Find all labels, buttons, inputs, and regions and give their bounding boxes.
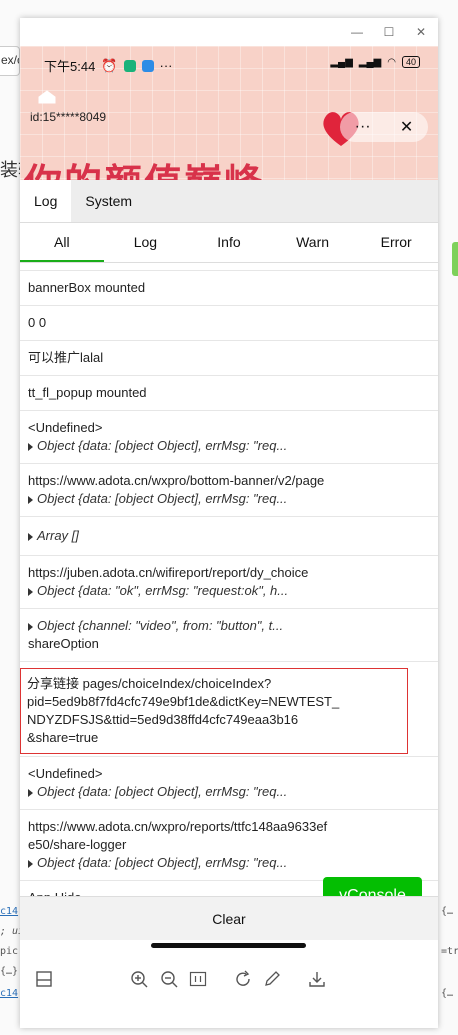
log-text: pid=5ed9b8f7fd4cfc749e9bf1de&dictKey=NEW… bbox=[27, 694, 340, 709]
tab-log[interactable]: Log bbox=[20, 180, 72, 222]
rotate-icon[interactable] bbox=[234, 970, 252, 988]
log-entry: 0 0 bbox=[20, 306, 438, 341]
filter-all[interactable]: All bbox=[20, 223, 104, 262]
log-text: 分享链接 pages/choiceIndex/choiceIndex? bbox=[27, 676, 272, 691]
background-code-line: c14 bbox=[0, 988, 19, 999]
app-message-icon bbox=[141, 59, 154, 72]
expand-triangle-icon[interactable] bbox=[28, 859, 33, 868]
log-text: https://juben.adota.cn/wifireport/report… bbox=[28, 565, 309, 580]
download-icon[interactable] bbox=[308, 970, 326, 988]
log-text: https://www.adota.cn/wxpro/reports/ttfc1… bbox=[28, 819, 328, 834]
expand-triangle-icon[interactable] bbox=[28, 587, 33, 596]
log-entry: Array [] bbox=[20, 517, 438, 556]
close-mini-program-button[interactable]: ✕ bbox=[400, 117, 413, 137]
log-text: 可以推广lalal bbox=[28, 350, 104, 365]
log-text: shareOption bbox=[28, 636, 99, 651]
log-text: https://www.adota.cn/wxpro/bottom-banner… bbox=[28, 473, 325, 488]
app-shield-icon bbox=[123, 59, 136, 72]
log-entry: https://juben.adota.cn/wifireport/report… bbox=[20, 556, 438, 609]
status-time: 下午5:44 bbox=[44, 59, 96, 74]
expandable-object[interactable]: Object {data: [object Object], errMsg: "… bbox=[28, 854, 430, 872]
log-text: 0 0 bbox=[28, 315, 47, 330]
log-text: <Undefined> bbox=[28, 766, 103, 781]
background-code-line: {… bbox=[441, 988, 454, 999]
zoom-in-icon[interactable] bbox=[130, 970, 148, 988]
expand-triangle-icon[interactable] bbox=[28, 442, 33, 451]
log-entry: 可以推广lalal bbox=[20, 341, 438, 376]
expand-triangle-icon[interactable] bbox=[28, 622, 33, 631]
log-entry: https://www.adota.cn/wxpro/bottom-banner… bbox=[20, 464, 438, 517]
log-filter-tabs: All Log Info Warn Error bbox=[20, 223, 438, 263]
alarm-icon: ⏰ bbox=[101, 57, 118, 73]
expandable-object[interactable]: Object {data: [object Object], errMsg: "… bbox=[28, 490, 430, 508]
zoom-out-icon[interactable] bbox=[160, 970, 178, 988]
minimize-button[interactable]: — bbox=[350, 25, 364, 39]
log-entry: tt_fl_popup mounted bbox=[20, 376, 438, 411]
status-more: ··· bbox=[159, 58, 173, 73]
log-text: NDYZDFSJS&ttid=5ed9d38ffd4cfc749eaa3b16 bbox=[27, 712, 299, 727]
banner-title: 你的颜值巅峰 bbox=[24, 152, 264, 180]
background-code-line: {…} bbox=[0, 966, 19, 977]
simulator-window: — ☐ ✕ 下午5:44 ⏰ ··· ▂▄▆ ▂▄▆ ◠ 40 id:15***… bbox=[20, 18, 438, 1028]
signal-icon: ▂▄▆ bbox=[330, 56, 353, 68]
expandable-object[interactable]: Object {channel: "video", from: "button"… bbox=[28, 617, 430, 635]
filter-info[interactable]: Info bbox=[187, 223, 271, 262]
tab-system[interactable]: System bbox=[71, 180, 146, 222]
log-text: e50/share-logger bbox=[28, 837, 127, 852]
log-list: bannerBox mounted 0 0 可以推广lalal tt_fl_po… bbox=[20, 263, 438, 916]
maximize-button[interactable]: ☐ bbox=[382, 25, 396, 39]
signal-icon: ▂▄▆ bbox=[358, 56, 382, 68]
expand-triangle-icon[interactable] bbox=[28, 788, 33, 797]
expandable-object[interactable]: Object {data: [object Object], errMsg: "… bbox=[28, 437, 430, 455]
background-heading: 装输 bbox=[0, 160, 20, 180]
background-code-line: {… bbox=[441, 906, 454, 917]
wifi-icon: ◠ bbox=[387, 56, 396, 68]
background-code-line: c14 bbox=[0, 906, 19, 917]
log-text: <Undefined> bbox=[28, 420, 103, 435]
background-code-line: ; ui bbox=[0, 926, 20, 937]
home-indicator bbox=[151, 943, 306, 948]
background-code-line: =tr bbox=[441, 946, 458, 957]
log-text: &share=true bbox=[27, 730, 99, 745]
log-entry: https://www.adota.cn/wxpro/reports/ttfc1… bbox=[20, 810, 438, 881]
log-entry: <Undefined> Object {data: [object Object… bbox=[20, 757, 438, 810]
window-titlebar: — ☐ ✕ bbox=[20, 18, 438, 46]
edit-icon[interactable] bbox=[263, 970, 281, 988]
filter-error[interactable]: Error bbox=[354, 223, 438, 262]
home-icon[interactable] bbox=[38, 90, 56, 104]
simulator-toolbar bbox=[20, 962, 438, 1002]
actual-size-icon[interactable] bbox=[189, 970, 207, 988]
close-window-button[interactable]: ✕ bbox=[414, 25, 428, 39]
device-status-right: ▂▄▆ ▂▄▆ ◠ 40 bbox=[330, 56, 420, 68]
user-id: id:15*****8049 bbox=[30, 110, 107, 124]
more-button[interactable]: ··· bbox=[355, 118, 371, 136]
background-code-line: pic bbox=[0, 946, 19, 957]
expand-triangle-icon[interactable] bbox=[28, 495, 33, 504]
log-text: tt_fl_popup mounted bbox=[28, 385, 147, 400]
device-status-bar: 下午5:44 ⏰ ··· bbox=[44, 56, 173, 75]
log-entry: bannerBox mounted bbox=[20, 271, 438, 306]
log-text: bannerBox mounted bbox=[28, 280, 146, 295]
expandable-object[interactable]: Object {data: "ok", errMsg: "request:ok"… bbox=[28, 582, 430, 600]
background-green-tab bbox=[452, 242, 458, 276]
clear-button[interactable]: Clear bbox=[20, 896, 438, 940]
share-link-entry: 分享链接 pages/choiceIndex/choiceIndex? pid=… bbox=[20, 668, 408, 754]
capsule-menu: ··· ✕ bbox=[340, 112, 428, 142]
mini-program-header: 下午5:44 ⏰ ··· ▂▄▆ ▂▄▆ ◠ 40 id:15*****8049… bbox=[20, 46, 438, 180]
expand-triangle-icon[interactable] bbox=[28, 532, 33, 541]
battery-icon: 40 bbox=[401, 56, 420, 68]
filter-log[interactable]: Log bbox=[104, 223, 188, 262]
device-layout-icon[interactable] bbox=[35, 970, 53, 988]
filter-warn[interactable]: Warn bbox=[271, 223, 355, 262]
expandable-object[interactable]: Object {data: [object Object], errMsg: "… bbox=[28, 783, 430, 801]
log-entry: Object {channel: "video", from: "button"… bbox=[20, 609, 438, 662]
background-url-bar: ex/c bbox=[0, 46, 20, 76]
log-entry: <Undefined> Object {data: [object Object… bbox=[20, 411, 438, 464]
expandable-object[interactable]: Array [] bbox=[28, 527, 430, 545]
vconsole-main-tabs: Log System bbox=[20, 180, 438, 223]
